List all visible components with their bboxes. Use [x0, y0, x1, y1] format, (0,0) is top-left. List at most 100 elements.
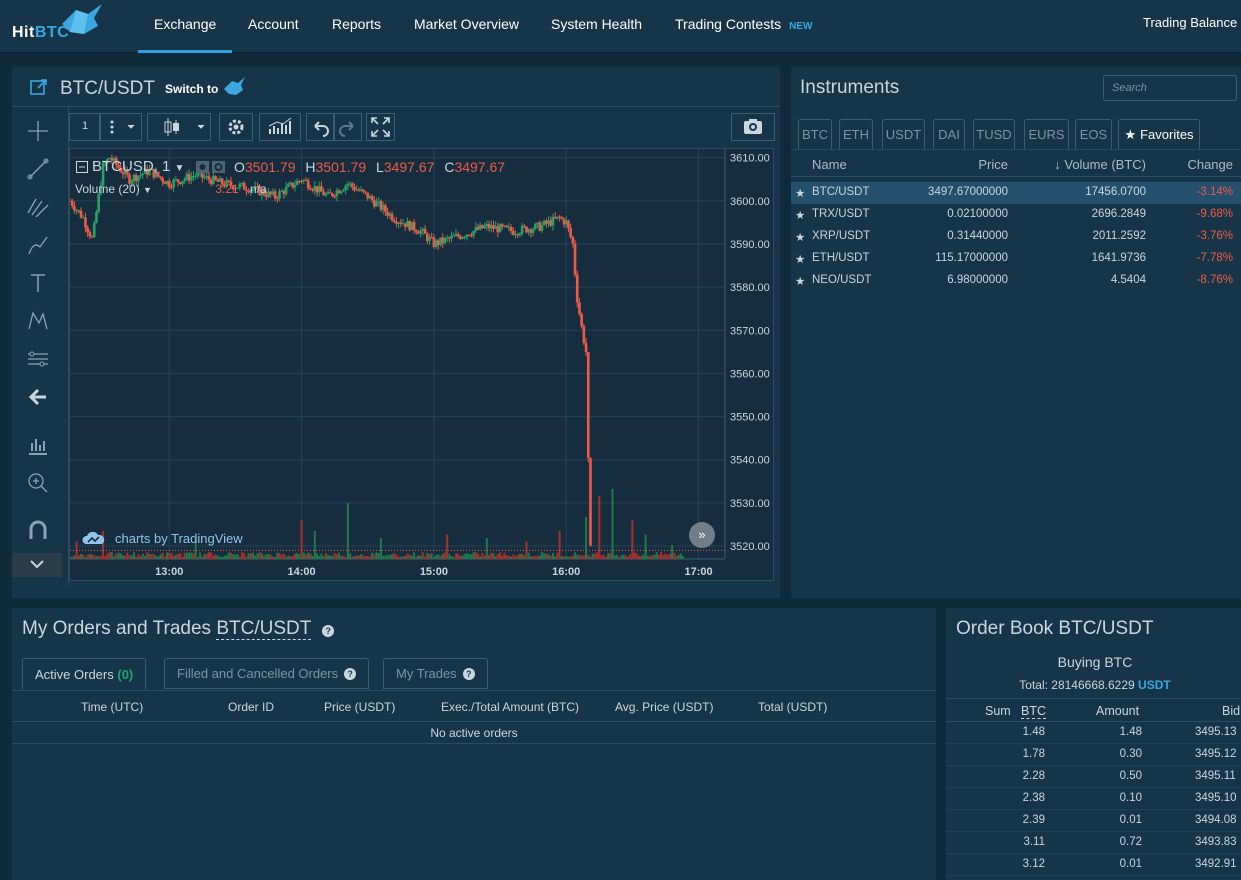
- instrument-row[interactable]: ★ NEO/USDT 6.98000000 4.5404 -8.76%: [791, 270, 1241, 292]
- tab-my-trades[interactable]: My Trades?: [383, 658, 488, 689]
- order-book-row[interactable]: 2.38 0.10 3495.10: [946, 788, 1241, 810]
- volume-bar: [172, 555, 175, 559]
- scroll-to-realtime-button[interactable]: »: [689, 522, 715, 548]
- fullscreen-button[interactable]: [366, 113, 395, 141]
- my-trades-label: My Trades: [396, 666, 457, 681]
- pattern-tool-icon[interactable]: [24, 307, 52, 335]
- candle-body: [483, 226, 486, 229]
- col-change[interactable]: Change: [1187, 157, 1233, 172]
- y-tick-label: 3570.00: [730, 325, 770, 337]
- order-book-row[interactable]: 1.48 1.48 3495.13: [946, 722, 1241, 744]
- price-chart[interactable]: 3610.00 3600.00 3590.00 3580.00 3570.00 3560.…: [69, 148, 774, 581]
- col-price[interactable]: Price: [978, 157, 1008, 172]
- volume-bar: [247, 553, 250, 559]
- instrument-row[interactable]: ★ TRX/USDT 0.02100000 2696.2849 -9.68%: [791, 204, 1241, 226]
- volume-bar: [335, 554, 338, 559]
- tab-eth[interactable]: ETH: [839, 119, 873, 149]
- fib-tool-icon[interactable]: [24, 193, 52, 221]
- col-sum-unit[interactable]: BTC: [1021, 704, 1046, 719]
- candle-body: [375, 201, 378, 207]
- volume-bar: [159, 554, 162, 559]
- order-book-row[interactable]: 3.11 0.72 3493.83: [946, 832, 1241, 854]
- crosshair-tool-icon[interactable]: [24, 117, 52, 145]
- nav-system-health[interactable]: System Health: [551, 16, 642, 32]
- volume-bar: [600, 555, 603, 559]
- zoom-in-icon[interactable]: [24, 469, 52, 497]
- col-name[interactable]: Name: [812, 157, 847, 172]
- favorite-star-icon[interactable]: ★: [795, 274, 805, 288]
- volume-bar: [70, 556, 71, 559]
- collapse-legend-icon[interactable]: [76, 161, 88, 173]
- orders-pair-link[interactable]: BTC/USDT: [216, 618, 311, 640]
- redo-button[interactable]: [334, 113, 362, 141]
- order-book-row[interactable]: 2.28 0.50 3495.11: [946, 766, 1241, 788]
- instrument-row[interactable]: ★ BTC/USDT 3497.67000000 17456.0700 -3.14%: [791, 182, 1241, 204]
- volume-bar: [196, 556, 199, 559]
- favorite-star-icon[interactable]: ★: [795, 230, 805, 244]
- candlestick-svg[interactable]: 3610.00 3600.00 3590.00 3580.00 3570.00 3560.…: [70, 149, 775, 582]
- favorite-star-icon[interactable]: ★: [795, 208, 805, 222]
- volume-bar: [503, 552, 506, 559]
- tab-btc[interactable]: BTC: [798, 119, 832, 149]
- help-icon[interactable]: ?: [322, 625, 335, 637]
- volume-bar: [534, 555, 537, 559]
- screenshot-button[interactable]: [731, 113, 775, 141]
- measure-tool-icon[interactable]: [24, 345, 52, 373]
- tab-active-orders[interactable]: Active Orders (0): [22, 658, 147, 689]
- instrument-search-input[interactable]: [1103, 75, 1237, 101]
- nav-account[interactable]: Account: [248, 16, 299, 32]
- legend-action-icons[interactable]: [196, 161, 228, 173]
- favorite-star-icon[interactable]: ★: [795, 186, 805, 200]
- tab-eos[interactable]: EOS: [1075, 119, 1112, 149]
- volume-bar: [108, 552, 111, 559]
- nav-reports[interactable]: Reports: [332, 16, 381, 32]
- order-book-row[interactable]: 1.78 0.30 3495.12: [946, 744, 1241, 766]
- tab-favorites[interactable]: ★ Favorites: [1118, 119, 1200, 149]
- tab-filled-cancelled[interactable]: Filled and Cancelled Orders?: [164, 658, 370, 689]
- volume-bar: [157, 556, 160, 559]
- nav-exchange[interactable]: Exchange: [137, 16, 233, 53]
- candle-body: [472, 230, 475, 236]
- nav-trading-contests[interactable]: Trading Contests NEW: [675, 16, 812, 32]
- tab-dai[interactable]: DAI: [933, 119, 965, 149]
- brush-tool-icon[interactable]: [24, 231, 52, 259]
- interval-button[interactable]: 1: [69, 113, 100, 141]
- order-book-row[interactable]: 2.39 0.01 3494.08: [946, 810, 1241, 832]
- tab-tusd[interactable]: TUSD: [973, 119, 1015, 149]
- candle-body: [159, 176, 162, 178]
- tab-eurs[interactable]: EURS: [1024, 119, 1069, 149]
- indicators-button[interactable]: [259, 113, 301, 141]
- interval-dropdown[interactable]: [100, 113, 142, 141]
- tradingview-watermark[interactable]: charts by TradingView: [115, 531, 243, 546]
- volume-bar: [351, 556, 354, 559]
- external-link-icon[interactable]: [30, 78, 48, 96]
- col-volume[interactable]: ↓ Volume (BTC): [1054, 157, 1146, 172]
- candle-body: [183, 179, 186, 182]
- settings-button[interactable]: [219, 113, 253, 141]
- undo-button[interactable]: [306, 113, 334, 141]
- scroll-down-icon[interactable]: [12, 553, 62, 577]
- magnet-icon[interactable]: [24, 517, 52, 545]
- tab-usdt[interactable]: USDT: [882, 119, 925, 149]
- chart-symbol-label[interactable]: BTCUSD, 1 ▼: [92, 158, 184, 175]
- instrument-row[interactable]: ★ XRP/USDT 0.31440000 2011.2592 -3.76%: [791, 226, 1241, 248]
- new-badge: NEW: [789, 21, 813, 32]
- long-position-tool-icon[interactable]: [24, 431, 52, 459]
- volume-bar: [205, 553, 208, 559]
- chart-style-dropdown[interactable]: [147, 113, 211, 141]
- favorite-star-icon[interactable]: ★: [795, 252, 805, 266]
- trend-line-tool-icon[interactable]: [24, 155, 52, 183]
- switch-logo-icon[interactable]: [222, 77, 246, 97]
- logo-bird-icon: [62, 4, 102, 34]
- instrument-row[interactable]: ★ ETH/USDT 115.17000000 1641.9736 -7.78%: [791, 248, 1241, 270]
- volume-bar: [413, 552, 416, 559]
- y-tick-label: 3600.00: [730, 196, 770, 208]
- text-tool-icon[interactable]: [24, 269, 52, 297]
- order-book-row[interactable]: 3.12 0.01 3492.91: [946, 854, 1241, 876]
- nav-trading-balance[interactable]: Trading Balance: [1143, 15, 1237, 30]
- nav-market-overview[interactable]: Market Overview: [414, 16, 519, 32]
- arrow-left-icon[interactable]: [24, 383, 52, 411]
- volume-bar: [229, 552, 232, 559]
- hitbtc-logo[interactable]: HitBTC: [12, 4, 112, 44]
- volume-bar: [457, 553, 460, 559]
